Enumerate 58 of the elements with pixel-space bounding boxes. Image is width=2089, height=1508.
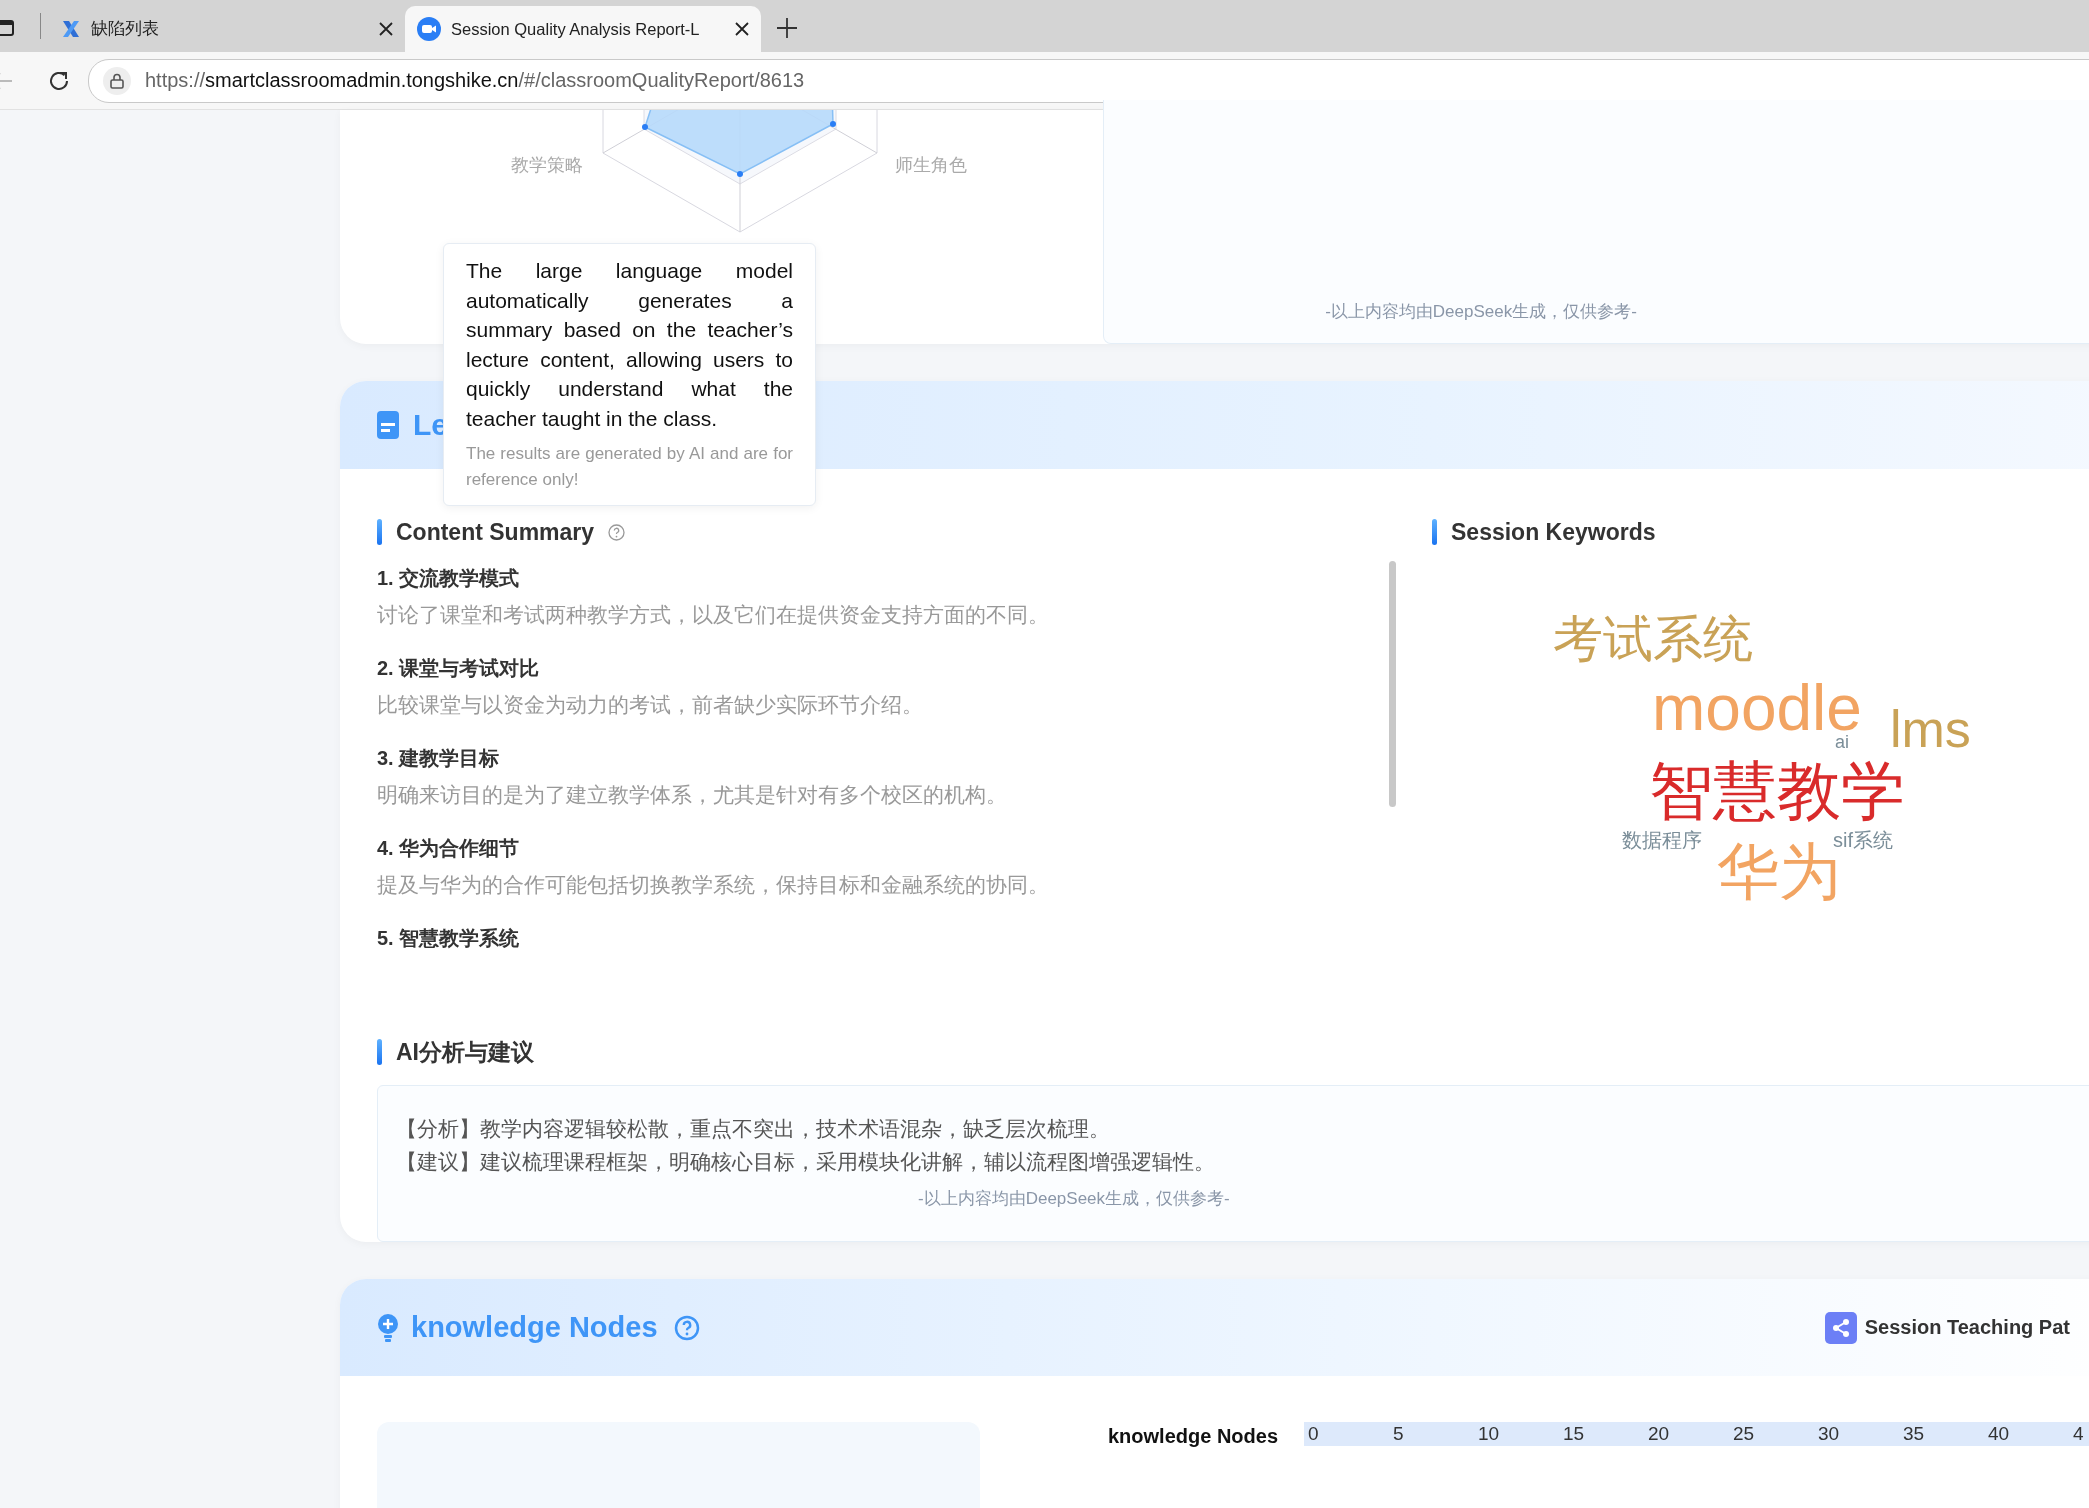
analysis-text: 【建议】建议梳理课程框架，明确核心目标，采用模块化讲解，辅以流程图增强逻辑性。	[396, 1149, 1216, 1175]
tooltip-note: The results are generated by AI and are for reference only!	[466, 443, 793, 491]
keyword: 智慧教学	[1649, 759, 1905, 823]
summary-item-description: 提及与华为的合作可能包括切换教学系统，保持目标和金融系统的协同。	[377, 872, 1050, 898]
scrollbar-thumb[interactable]	[1389, 561, 1396, 807]
help-icon[interactable]	[673, 1314, 700, 1341]
new-tab-icon[interactable]	[777, 18, 797, 38]
section-title: knowledge Nodes	[411, 1311, 658, 1344]
summary-item-title: 1. 交流教学模式	[377, 566, 521, 591]
disclaimer-text: -以上内容均由DeepSeek生成，仅供参考-	[1325, 301, 1637, 323]
browser-tab[interactable]: Session Quality Analysis Report-L	[405, 6, 761, 52]
summary-item-title: 4. 华为合作细节	[377, 836, 521, 861]
summary-item-description: 比较课堂与以资金为动力的考试，前者缺少实际环节介绍。	[377, 692, 924, 718]
summary-item-title: 3. 建教学目标	[377, 746, 501, 771]
summary-item-title: 5. 智慧教学系统	[377, 926, 521, 951]
analysis-text: 【分析】教学内容逻辑较松散，重点不突出，技术术语混杂，缺乏层次梳理。	[396, 1116, 1111, 1142]
axis-tick-label: 10	[1478, 1422, 1501, 1446]
subsection-title: Session Keywords	[1451, 518, 1656, 546]
subsection-title: Content Summary	[396, 518, 595, 546]
lock-icon	[110, 72, 124, 89]
axis-tick-label: 20	[1648, 1422, 1671, 1446]
close-icon[interactable]	[735, 22, 749, 36]
sidebar-toggle-icon[interactable]	[0, 20, 14, 36]
close-icon[interactable]	[379, 22, 393, 36]
tooltip-text: The large language model automatically generates a summary based on the teacher’s lecture content, allowing users to quickly understand what the teacher taught in the class.	[466, 258, 793, 432]
summary-item-title: 2. 课堂与考试对比	[377, 656, 541, 681]
heading-accent-bar	[377, 1039, 382, 1065]
axis-tick-label: 30	[1818, 1422, 1841, 1446]
axis-tick-label: 15	[1563, 1422, 1586, 1446]
summary-item-description: 明确来访目的是为了建立教学体系，尤其是针对有多个校区的机构。	[377, 782, 1008, 808]
keyword: lms	[1890, 703, 1971, 755]
keyword: 数据程序	[1622, 830, 1702, 850]
axis-tick-label: 4	[2073, 1422, 2085, 1446]
lightbulb-icon	[377, 1313, 399, 1342]
url-text: https://smartclassroomadmin.tongshike.cn/#/classroomQualityReport/8613	[145, 69, 805, 92]
axis-tick-label: 0	[1308, 1422, 1320, 1446]
video-camera-icon	[417, 17, 441, 41]
section-title: Session Teaching Pat	[1864, 1316, 2070, 1339]
axis-tick-label: 5	[1393, 1422, 1405, 1446]
heading-accent-bar	[377, 519, 382, 545]
radar-axis-label: 师生角色	[895, 154, 967, 177]
disclaimer-text: -以上内容均由DeepSeek生成，仅供参考-	[918, 1188, 1231, 1210]
document-icon	[377, 411, 399, 439]
address-bar[interactable]: https://smartclassroomadmin.tongshike.cn/#/classroomQualityReport/8613	[88, 58, 2089, 103]
browser-tab[interactable]: 缺陷列表	[49, 6, 405, 52]
x-logo-icon	[61, 19, 81, 39]
axis-tick-label: 25	[1733, 1422, 1756, 1446]
summary-item-description: 讨论了课堂和考试两种教学方式，以及它们在提供资金支持方面的不同。	[377, 602, 1050, 628]
axis-tick-label: 35	[1903, 1422, 1926, 1446]
subsection-title: AI分析与建议	[396, 1037, 534, 1067]
radar-axis-label: 教学策略	[511, 154, 583, 177]
keyword: 考试系统	[1553, 614, 1753, 664]
heading-accent-bar	[1432, 519, 1437, 545]
axis-tick-label: 40	[1988, 1422, 2011, 1446]
reload-icon[interactable]	[48, 69, 70, 92]
axis-label: knowledge Nodes	[1108, 1425, 1279, 1449]
share-icon	[1830, 1317, 1851, 1338]
help-icon[interactable]	[608, 523, 626, 541]
